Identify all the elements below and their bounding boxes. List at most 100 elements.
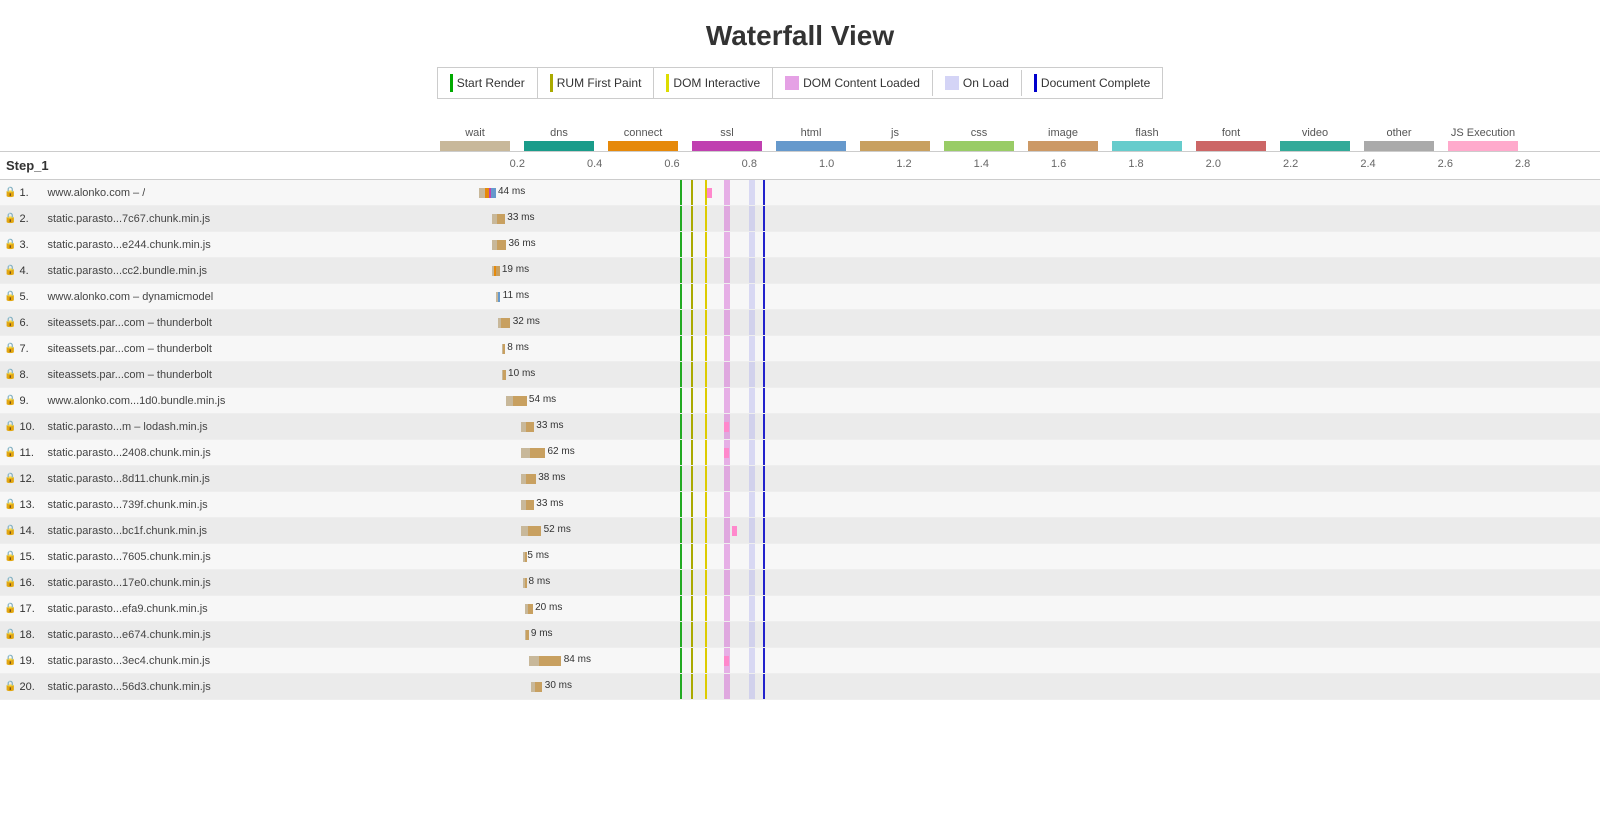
- on-load-box-icon: [945, 76, 959, 90]
- bar-segment: [496, 266, 499, 276]
- type-wait-swatch: [440, 141, 510, 151]
- row-name: static.parasto...efa9.chunk.min.js: [47, 603, 207, 615]
- tick-0.4: 0.4: [587, 158, 602, 170]
- request-bar[interactable]: [523, 552, 526, 562]
- request-bar[interactable]: [506, 396, 527, 406]
- legend-on-load-label: On Load: [963, 76, 1009, 90]
- request-bar[interactable]: [521, 526, 541, 536]
- vline: [680, 206, 682, 231]
- request-bar[interactable]: [531, 682, 543, 692]
- vline: [749, 674, 755, 699]
- list-item: 🔒10.static.parasto...m – lodash.min.js: [0, 414, 440, 440]
- vline: [749, 310, 755, 335]
- table-row: 84 ms: [440, 648, 1600, 674]
- vline: [680, 414, 682, 439]
- vline: [691, 544, 693, 569]
- bar-ms-label: 32 ms: [513, 316, 540, 327]
- vline: [763, 544, 765, 569]
- request-bar[interactable]: [492, 240, 506, 250]
- list-item: 🔒19.static.parasto...3ec4.chunk.min.js: [0, 648, 440, 674]
- type-image-swatch: [1028, 141, 1098, 151]
- request-bar[interactable]: [496, 292, 500, 302]
- bar-ms-label: 20 ms: [535, 602, 562, 613]
- request-bar[interactable]: [502, 370, 506, 380]
- row-name: www.alonko.com – /: [47, 187, 145, 199]
- row-name: static.parasto...bc1f.chunk.min.js: [47, 525, 207, 537]
- row-name: siteassets.par...com – thunderbolt: [47, 317, 211, 329]
- vline: [680, 596, 682, 621]
- tick-0.2: 0.2: [510, 158, 525, 170]
- row-num: 4.: [19, 265, 45, 277]
- request-bar[interactable]: [525, 604, 533, 614]
- lock-icon: 🔒: [4, 317, 16, 328]
- bar-ms-label: 33 ms: [507, 212, 534, 223]
- bar-segment: [521, 448, 529, 458]
- request-bar[interactable]: [521, 500, 534, 510]
- vline: [691, 180, 693, 205]
- js-exec-marker: [724, 656, 729, 666]
- vline: [705, 596, 707, 621]
- vline: [691, 232, 693, 257]
- vline: [749, 648, 755, 673]
- lock-icon: 🔒: [4, 291, 16, 302]
- lock-icon: 🔒: [4, 187, 16, 198]
- tick-1.8: 1.8: [1128, 158, 1143, 170]
- request-bar[interactable]: [525, 630, 528, 640]
- request-bar[interactable]: [521, 422, 534, 432]
- vline: [680, 180, 682, 205]
- rum-first-paint-line-icon: [550, 74, 553, 92]
- list-item: 🔒4.static.parasto...cc2.bundle.min.js: [0, 258, 440, 284]
- type-jsexec-label: JS Execution: [1451, 127, 1515, 139]
- legend-document-complete: Document Complete: [1022, 68, 1162, 98]
- request-bar[interactable]: [523, 578, 526, 588]
- bar-ms-label: 8 ms: [529, 576, 551, 587]
- request-bar[interactable]: [492, 266, 499, 276]
- type-font-swatch: [1196, 141, 1266, 151]
- type-css: css: [944, 127, 1014, 151]
- vline: [749, 362, 755, 387]
- request-bar[interactable]: [521, 448, 545, 458]
- lock-icon: 🔒: [4, 525, 16, 536]
- vline: [705, 622, 707, 647]
- legend-dom-interactive-label: DOM Interactive: [673, 76, 760, 90]
- vline: [763, 180, 765, 205]
- bar-ms-label: 52 ms: [544, 524, 571, 535]
- bar-ms-label: 36 ms: [508, 238, 535, 249]
- vline: [691, 648, 693, 673]
- list-item: 🔒12.static.parasto...8d11.chunk.min.js: [0, 466, 440, 492]
- row-num: 12.: [19, 473, 45, 485]
- vline: [749, 180, 755, 205]
- type-connect: connect: [608, 127, 678, 151]
- list-item: 🔒16.static.parasto...17e0.chunk.min.js: [0, 570, 440, 596]
- vline: [749, 258, 755, 283]
- lock-icon: 🔒: [4, 603, 16, 614]
- step-label: Step_1: [6, 158, 49, 173]
- bar-ms-label: 33 ms: [536, 420, 563, 431]
- request-bar[interactable]: [498, 318, 510, 328]
- request-bar[interactable]: [502, 344, 505, 354]
- vline: [680, 440, 682, 465]
- dom-interactive-line-icon: [666, 74, 669, 92]
- lock-icon: 🔒: [4, 421, 16, 432]
- page-title: Waterfall View: [0, 0, 1600, 67]
- request-bar[interactable]: [479, 188, 496, 198]
- request-bar[interactable]: [492, 214, 505, 224]
- vline: [749, 596, 755, 621]
- bar-ms-label: 10 ms: [508, 368, 535, 379]
- vline: [691, 284, 693, 309]
- vline: [763, 622, 765, 647]
- vline: [691, 206, 693, 231]
- list-item: 🔒6.siteassets.par...com – thunderbolt: [0, 310, 440, 336]
- list-item: 🔒8.siteassets.par...com – thunderbolt: [0, 362, 440, 388]
- vline: [691, 440, 693, 465]
- bar-segment: [506, 396, 513, 406]
- vline: [705, 492, 707, 517]
- request-bar[interactable]: [529, 656, 561, 666]
- row-name: static.parasto...7605.chunk.min.js: [47, 551, 210, 563]
- bar-segment: [528, 604, 533, 614]
- row-num: 13.: [19, 499, 45, 511]
- vline: [763, 336, 765, 361]
- vline: [691, 362, 693, 387]
- request-bar[interactable]: [521, 474, 536, 484]
- vline: [691, 414, 693, 439]
